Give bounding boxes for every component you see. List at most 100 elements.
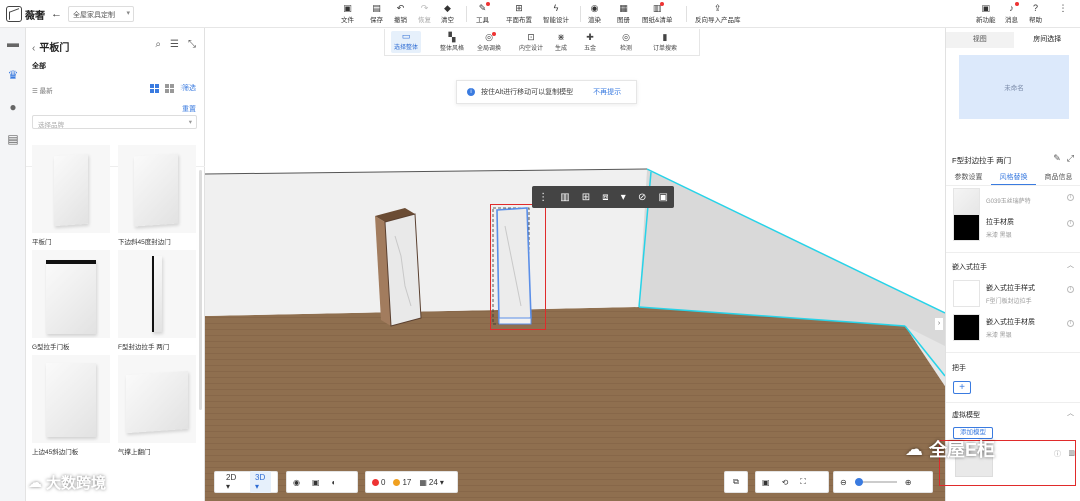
smart-design-button[interactable]: ϟ 智能设计 (543, 3, 569, 25)
album-button[interactable]: ▦ 图册 (617, 3, 630, 25)
cabinet-icon[interactable]: ▤ (4, 130, 22, 148)
select-whole-button[interactable]: ▭ 选择整体 (391, 31, 422, 53)
menu-list-icon[interactable]: ☰ (170, 39, 179, 50)
help-button[interactable]: ? 帮助 (1029, 3, 1042, 25)
interior-design-button[interactable]: ⊡ 内空设计 (519, 32, 543, 52)
layers-icon[interactable]: ▣ (312, 478, 320, 487)
brand-select[interactable]: 选择品牌 (32, 115, 197, 129)
generate-icon: ⋇ (557, 32, 565, 42)
import-icon: ⇪ (713, 3, 722, 13)
delete-icon[interactable]: ▾ (621, 192, 626, 203)
zoom-slider-handle[interactable] (854, 478, 863, 486)
collapse-icon[interactable]: ⤡ (188, 39, 196, 50)
more-button[interactable]: ⋮ (1058, 3, 1068, 25)
crown-icon[interactable]: ♛ (4, 66, 22, 84)
item-count[interactable]: ▦ 24 ▾ (419, 478, 443, 487)
search-icon[interactable]: ⌕ (155, 39, 161, 50)
chevron-up-icon[interactable]: ︿ (1067, 260, 1074, 270)
chevron-right-icon[interactable]: › (935, 318, 943, 330)
eye-icon[interactable]: ◉ (293, 478, 300, 487)
hardware-button[interactable]: ✚ 五金 (584, 32, 596, 52)
redo-button[interactable]: ↷ 恢复 (418, 3, 431, 25)
zoom-in-icon[interactable]: ⊕ (905, 478, 912, 487)
new-feature-button[interactable]: ▣ 新功能 (976, 3, 996, 25)
fit-view-icon[interactable]: ⛶ (800, 477, 806, 487)
zoom-out-icon[interactable]: ⊖ (840, 478, 847, 487)
tab-parameters[interactable]: 参数设置 (946, 171, 991, 185)
sort-latest[interactable]: ☰ 最新 (32, 85, 53, 95)
overall-style-button[interactable]: ▚ 整体风格 (440, 32, 464, 52)
back-arrow-icon[interactable]: ← (51, 8, 62, 20)
camera-icon[interactable]: ▣ (762, 478, 770, 487)
view-3d-button[interactable]: 3D ▾ (250, 471, 271, 493)
order-search-button[interactable]: ▮ 订单搜索 (653, 32, 677, 52)
drag-handle-icon[interactable]: ⋮ (538, 192, 548, 203)
mirror-icon[interactable]: ⧈ (602, 192, 608, 203)
room-preview[interactable]: 未命名 (959, 55, 1069, 119)
tab-view[interactable]: 视图 (946, 32, 1014, 48)
file-button[interactable]: ▣ 文件 (341, 3, 354, 25)
filter-button[interactable]: ⫶筛选 (180, 83, 196, 93)
drawings-list-button[interactable]: ▥ 图纸&清单 (642, 2, 672, 25)
sofa-icon[interactable]: ▬ (4, 34, 22, 52)
info-icon[interactable]: i (1067, 220, 1074, 227)
catalog-item[interactable]: 上边45斜边门板 (32, 355, 110, 456)
reset-link[interactable]: 重置 (182, 104, 196, 114)
undo-button[interactable]: ↶ 撤销 (394, 3, 407, 25)
add-handle-button[interactable]: + (953, 381, 971, 394)
info-icon[interactable]: i (1067, 320, 1074, 327)
generate-button[interactable]: ⋇ 生成 (555, 32, 567, 52)
render-button[interactable]: ◉ 渲染 (588, 3, 601, 25)
product-thumbnail (32, 355, 110, 443)
book-icon[interactable]: ▥ (560, 192, 569, 203)
tools-button[interactable]: ✎ 工具 (476, 2, 490, 25)
camera-reset-icon[interactable]: ⟲ (782, 478, 789, 487)
tab-room-select[interactable]: 房间选择 (1013, 32, 1080, 48)
category-all[interactable]: 全部 (32, 61, 46, 71)
reverse-import-button[interactable]: ⇪ 反向导入产品库 (695, 3, 741, 25)
clear-button[interactable]: ◆ 清空 (441, 3, 454, 25)
embedded-handle-material[interactable]: 嵌入式拉手材质 米漆 黑银 i (953, 314, 1078, 344)
tab-style-replace[interactable]: 风格替换 (991, 171, 1036, 185)
dont-show-again-link[interactable]: 不再提示 (593, 87, 621, 97)
info-icon[interactable]: i (1067, 194, 1074, 201)
user-icon[interactable]: ● (4, 98, 22, 116)
layout-icon[interactable]: ⧉ (733, 477, 739, 487)
messages-button[interactable]: ♪ 消息 (1005, 2, 1019, 25)
catalog-item[interactable]: 下边斜45度封边门 (118, 145, 196, 246)
undo-icon: ↶ (396, 3, 405, 13)
add-copy-icon[interactable]: ⊞ (582, 192, 590, 203)
bell-icon: ♪ (1007, 2, 1019, 13)
save-button[interactable]: ▤ 保存 (370, 3, 383, 25)
floor-plan-button[interactable]: ⊞ 平面布置 (506, 3, 532, 25)
edit-icon[interactable]: ✎ (1053, 153, 1061, 164)
error-count[interactable]: 0 (372, 478, 385, 487)
3d-viewport[interactable]: › (205, 56, 945, 501)
global-replace-button[interactable]: ◎ 全局调换 (477, 32, 501, 52)
list-view-icon[interactable] (165, 83, 175, 93)
catalog-item[interactable]: 平板门 (32, 145, 110, 246)
expand-icon[interactable]: ⤢ (1067, 153, 1074, 164)
catalog-item[interactable]: F型封边拉手 两门 (118, 250, 196, 351)
view-2d-button[interactable]: 2D ▾ (221, 471, 242, 493)
tab-product-info[interactable]: 商品信息 (1036, 171, 1080, 185)
material-swatch (953, 314, 980, 341)
chevron-up-icon[interactable]: ︿ (1067, 408, 1074, 418)
hide-icon[interactable]: ⊘ (638, 192, 646, 203)
catalog-item[interactable]: 气撑上翻门 (118, 355, 196, 456)
embedded-handle-style[interactable]: 嵌入式拉手样式 F型门板封边拉手 i (953, 280, 1078, 310)
material-ball-icon[interactable]: ◐ (332, 478, 337, 487)
zoom-slider[interactable] (854, 478, 897, 486)
chevron-left-icon[interactable]: ‹ (32, 43, 35, 54)
info-icon[interactable]: i (1067, 286, 1074, 293)
check-button[interactable]: ◎ 检测 (620, 32, 632, 52)
grid-view-icon[interactable] (150, 83, 160, 93)
scheme-select[interactable]: 全屋家具定制 (68, 6, 134, 22)
catalog-scrollbar[interactable] (199, 170, 202, 410)
lock-icon[interactable]: ▣ (658, 192, 667, 203)
catalog-item[interactable]: G型拉手门板 (32, 250, 110, 351)
watermark-left: ☁ 大数跨境 (28, 474, 107, 492)
app-logo[interactable]: 薇奢 (6, 5, 50, 23)
material-item[interactable]: 拉手材质 米漆 黑银 i (953, 214, 1078, 244)
warning-count[interactable]: 17 (393, 478, 411, 487)
